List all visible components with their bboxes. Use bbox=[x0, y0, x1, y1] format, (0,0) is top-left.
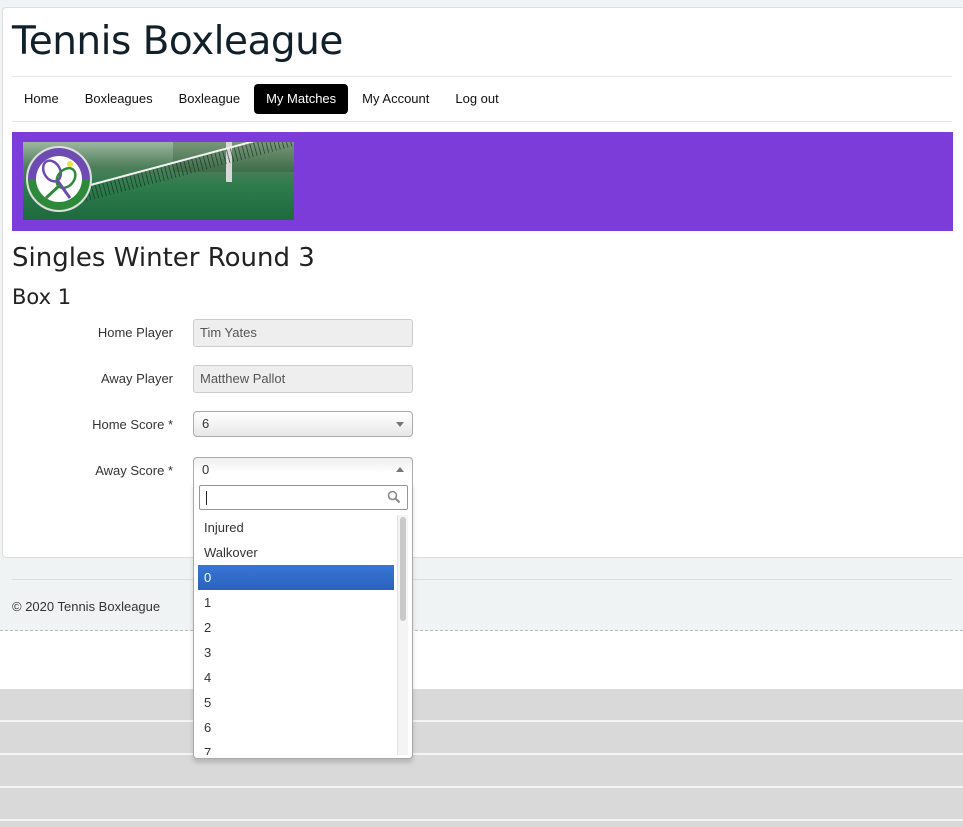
chevron-down-icon bbox=[396, 422, 404, 427]
home-score-select[interactable]: 6 bbox=[193, 411, 413, 437]
chevron-up-icon bbox=[396, 467, 404, 472]
nav-boxleagues[interactable]: Boxleagues bbox=[73, 84, 165, 114]
club-logo bbox=[26, 146, 92, 212]
home-player-label: Home Player bbox=[97, 325, 173, 340]
divider bbox=[12, 121, 952, 122]
box-subtitle: Box 1 bbox=[12, 285, 72, 309]
divider bbox=[12, 76, 952, 77]
search-icon bbox=[387, 490, 401, 504]
away-score-label: Away Score * bbox=[95, 463, 173, 478]
site-title: Tennis Boxleague bbox=[12, 19, 343, 64]
option-1[interactable]: 1 bbox=[198, 590, 394, 615]
away-score-dropdown: Injured Walkover 0 1 2 3 4 5 6 7 bbox=[193, 482, 413, 759]
header-banner bbox=[12, 132, 953, 231]
scrollbar-thumb[interactable] bbox=[400, 517, 406, 621]
text-cursor bbox=[206, 491, 207, 505]
nav-my-matches[interactable]: My Matches bbox=[254, 84, 349, 114]
copyright-text: © 2020 Tennis Boxleague bbox=[12, 599, 161, 614]
page-background bbox=[0, 631, 963, 689]
dropdown-search-input[interactable] bbox=[199, 485, 408, 510]
footer-divider bbox=[12, 579, 952, 580]
home-player-field: Tim Yates bbox=[193, 319, 413, 347]
option-walkover[interactable]: Walkover bbox=[198, 540, 394, 565]
main-nav: Home Boxleagues Boxleague My Matches My … bbox=[12, 84, 513, 114]
option-4[interactable]: 4 bbox=[198, 665, 394, 690]
dropdown-options-list: Injured Walkover 0 1 2 3 4 5 6 7 bbox=[198, 515, 394, 755]
home-score-label: Home Score * bbox=[92, 417, 173, 432]
option-3[interactable]: 3 bbox=[198, 640, 394, 665]
option-2[interactable]: 2 bbox=[198, 615, 394, 640]
option-6[interactable]: 6 bbox=[198, 715, 394, 740]
home-score-value: 6 bbox=[202, 416, 210, 431]
option-7[interactable]: 7 bbox=[198, 740, 394, 755]
nav-home[interactable]: Home bbox=[12, 84, 71, 114]
option-0-selected[interactable]: 0 bbox=[198, 565, 394, 590]
crossed-rackets-icon bbox=[41, 159, 77, 200]
nav-boxleague[interactable]: Boxleague bbox=[167, 84, 252, 114]
away-player-label: Away Player bbox=[100, 371, 173, 386]
nav-my-account[interactable]: My Account bbox=[350, 84, 441, 114]
away-score-value: 0 bbox=[202, 462, 210, 477]
dropdown-scrollbar[interactable] bbox=[397, 515, 408, 755]
banner-image bbox=[23, 142, 294, 220]
page-title: Singles Winter Round 3 bbox=[12, 243, 315, 273]
away-score-select[interactable]: 0 bbox=[193, 457, 413, 483]
option-5[interactable]: 5 bbox=[198, 690, 394, 715]
page-background-stripes bbox=[0, 689, 963, 827]
option-injured[interactable]: Injured bbox=[198, 515, 394, 540]
nav-log-out[interactable]: Log out bbox=[443, 84, 510, 114]
away-player-field: Matthew Pallot bbox=[193, 365, 413, 393]
